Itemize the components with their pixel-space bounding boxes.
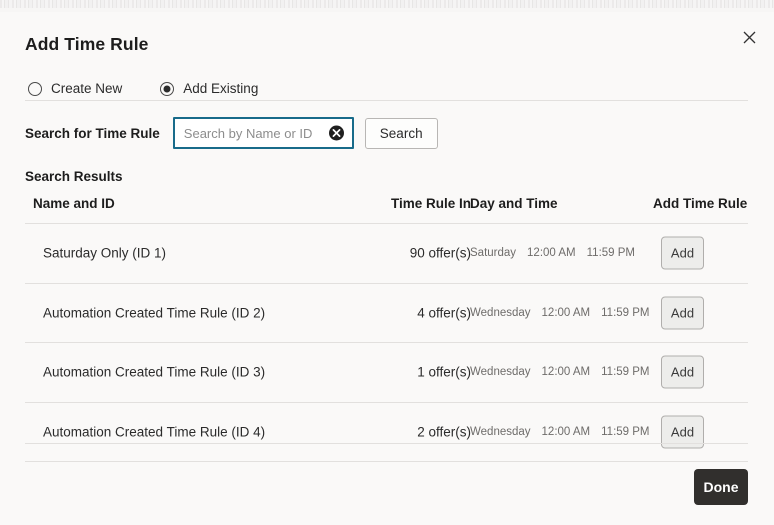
cell-day-and-time: Wednesday 12:00 AM 11:59 PM — [470, 366, 650, 378]
cell-end-time: 11:59 PM — [601, 366, 650, 379]
column-header-day-and-time: Day and Time — [470, 196, 558, 211]
cell-start-time: 12:00 AM — [527, 247, 576, 260]
cell-day: Saturday — [470, 247, 517, 260]
cell-time-rule-in: 90 offer(s) — [409, 245, 471, 261]
cell-time-rule-in: 4 offer(s) — [417, 305, 471, 321]
search-label: Search for Time Rule — [25, 125, 160, 141]
column-header-time-rule-in: Time Rule In — [390, 196, 471, 211]
cell-day-and-time: Saturday 12:00 AM 11:59 PM — [470, 247, 635, 259]
cell-end-time: 11:59 PM — [586, 247, 635, 260]
cell-name: Saturday Only (ID 1) — [43, 245, 167, 261]
divider-footer — [25, 443, 748, 444]
cell-name: Automation Created Time Rule (ID 3) — [43, 364, 266, 380]
done-button[interactable]: Done — [694, 469, 748, 505]
cell-day: Wednesday — [470, 425, 531, 438]
cell-end-time: 11:59 PM — [601, 425, 650, 438]
cell-name: Automation Created Time Rule (ID 2) — [43, 305, 266, 321]
table-row: Automation Created Time Rule (ID 4) 2 of… — [25, 401, 748, 462]
table-row: Automation Created Time Rule (ID 2) 4 of… — [25, 282, 748, 343]
table-row: Saturday Only (ID 1) 90 offer(s) Saturda… — [25, 223, 748, 283]
cell-day-and-time: Wednesday 12:00 AM 11:59 PM — [470, 426, 650, 438]
cell-end-time: 11:59 PM — [601, 306, 650, 319]
background-page-texture — [0, 0, 774, 12]
add-button[interactable]: Add — [661, 296, 704, 330]
add-time-rule-dialog: Add Time Rule Create New Add Existing Se… — [0, 12, 774, 525]
radio-add-existing[interactable]: Add Existing — [160, 81, 258, 96]
cell-start-time: 12:00 AM — [541, 306, 591, 319]
search-row: Search for Time Rule Search — [25, 117, 438, 149]
search-results-table: Name and ID Time Rule In Day and Time Ad… — [25, 194, 748, 462]
search-results-label: Search Results — [25, 169, 123, 184]
radio-label-create-new: Create New — [51, 81, 123, 96]
search-button[interactable]: Search — [364, 117, 438, 149]
cell-start-time: 12:00 AM — [541, 366, 591, 379]
cell-add-action: Add — [661, 296, 704, 330]
cell-day: Wednesday — [470, 366, 531, 379]
divider-top — [25, 100, 748, 101]
add-button[interactable]: Add — [661, 355, 704, 389]
add-button[interactable]: Add — [661, 236, 704, 270]
radio-circle-add-existing — [160, 81, 175, 96]
table-row: Automation Created Time Rule (ID 3) 1 of… — [25, 342, 748, 402]
radio-label-add-existing: Add Existing — [183, 81, 259, 96]
search-input-wrapper — [172, 117, 354, 149]
table-header-row: Name and ID Time Rule In Day and Time Ad… — [25, 194, 748, 223]
cell-day-and-time: Wednesday 12:00 AM 11:59 PM — [470, 307, 650, 319]
cell-time-rule-in: 2 offer(s) — [417, 424, 471, 440]
radio-circle-create-new — [28, 81, 42, 96]
cell-add-action: Add — [661, 355, 704, 389]
mode-radio-group: Create New Add Existing — [28, 81, 258, 96]
cell-name: Automation Created Time Rule (ID 4) — [43, 424, 266, 440]
cell-start-time: 12:00 AM — [541, 425, 591, 438]
cell-time-rule-in: 1 offer(s) — [417, 364, 471, 380]
clear-circle-icon[interactable] — [328, 125, 344, 141]
dialog-title: Add Time Rule — [25, 34, 149, 54]
close-icon[interactable] — [736, 24, 762, 50]
cell-add-action: Add — [661, 236, 704, 270]
column-header-name: Name and ID — [33, 196, 115, 211]
cell-day: Wednesday — [470, 306, 531, 319]
search-input[interactable] — [174, 119, 352, 147]
radio-create-new[interactable]: Create New — [28, 81, 122, 96]
column-header-add-time-rule: Add Time Rule — [653, 196, 748, 211]
